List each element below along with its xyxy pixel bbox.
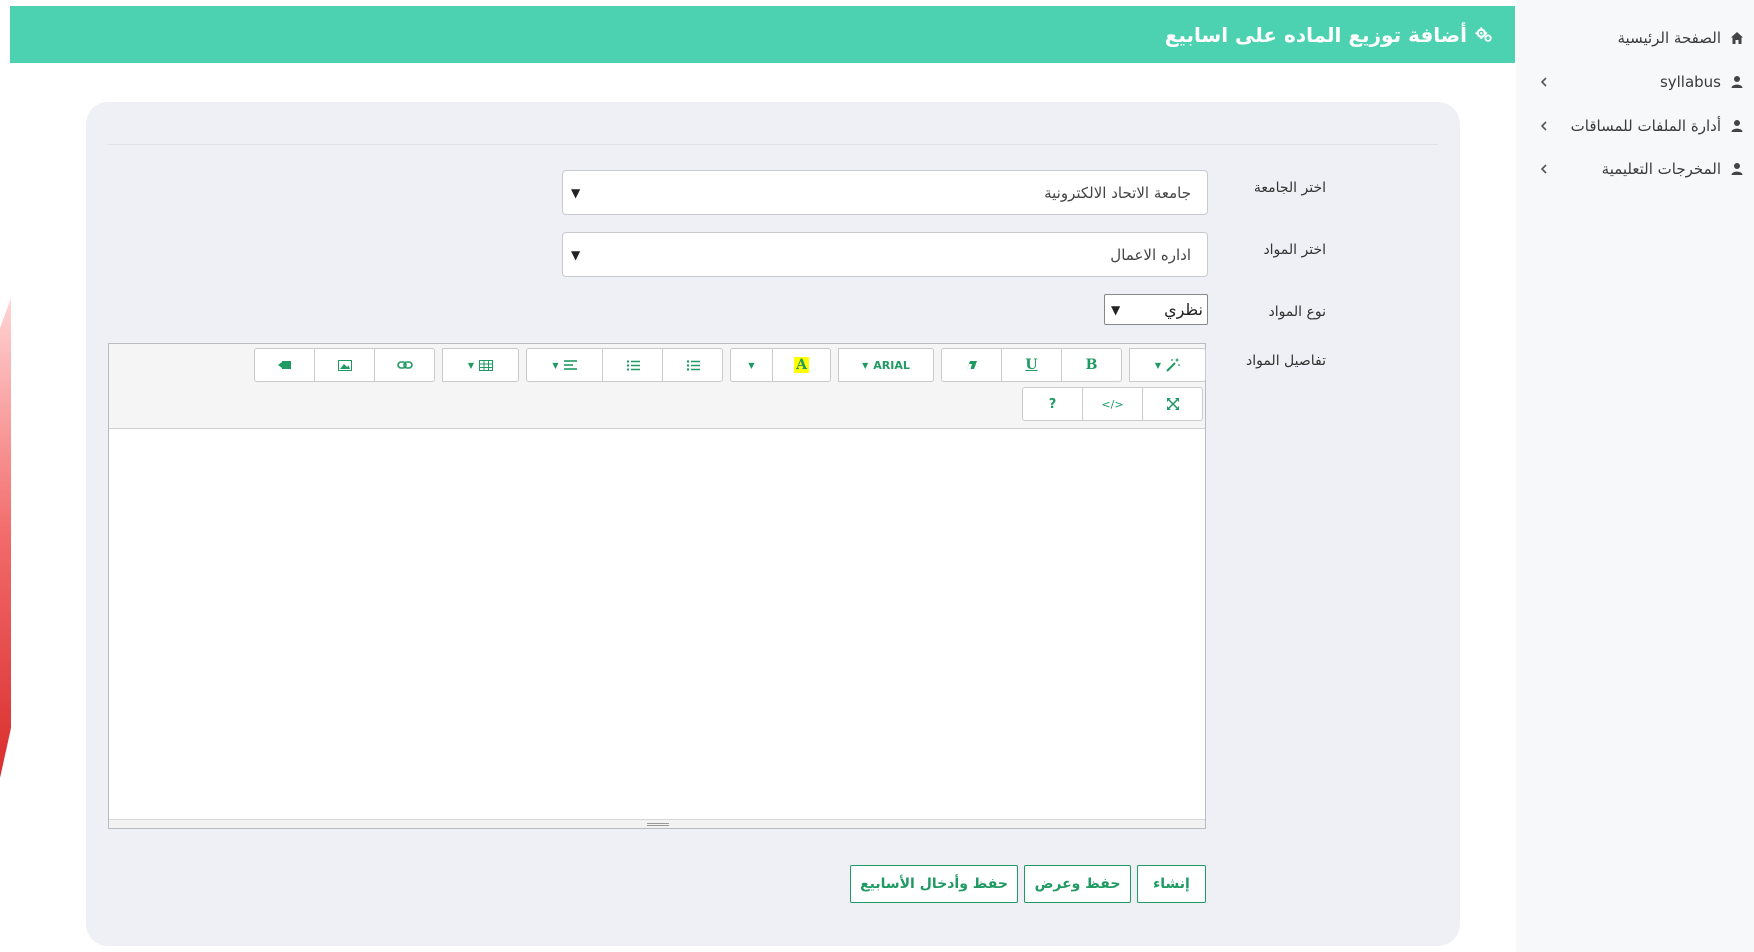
- caret-down-icon: ▼: [1111, 302, 1121, 317]
- highlight-color-button[interactable]: A: [772, 348, 831, 382]
- caret-down-icon: ▼: [552, 360, 559, 370]
- unordered-list-icon: [686, 359, 700, 371]
- save-and-view-button[interactable]: حفظ وعرض: [1024, 865, 1131, 903]
- resize-grip-icon: [647, 823, 669, 826]
- picture-button[interactable]: [314, 348, 375, 382]
- sidebar: الصفحة الرئيسية syllabus أدارة الملفات ل…: [1516, 0, 1754, 952]
- sidebar-item-course-files[interactable]: أدارة الملفات للمساقات: [1536, 111, 1744, 141]
- align-left-icon: [563, 360, 577, 370]
- bold-icon: B: [1085, 357, 1098, 373]
- subject-type-label: نوع المواد: [1268, 304, 1326, 320]
- eraser-icon: [966, 361, 977, 369]
- sidebar-item-label: الصفحة الرئيسية: [1617, 29, 1722, 47]
- editor-toolbar: ▼ ▼ ▼ A ▼ ARIAL U B ▼ ? </>: [109, 344, 1206, 429]
- subject-label: اختر المواد: [1263, 242, 1326, 258]
- image-icon: [337, 359, 352, 371]
- sidebar-item-home[interactable]: الصفحة الرئيسية: [1536, 23, 1744, 53]
- user-icon: [1731, 76, 1743, 88]
- page-title: أضافة توزيع الماده على اسابيع: [1164, 22, 1467, 47]
- subject-value: اداره الاعمال: [1110, 245, 1191, 264]
- subject-select[interactable]: ▼ اداره الاعمال: [562, 232, 1208, 277]
- color-dropdown-button[interactable]: ▼: [730, 348, 773, 382]
- underline-button[interactable]: U: [1001, 348, 1062, 382]
- university-select[interactable]: ▼ جامعة الاتحاد الالكترونية: [562, 170, 1208, 215]
- paragraph-align-button[interactable]: ▼: [526, 348, 603, 382]
- chevron-left-icon: [1540, 77, 1547, 87]
- form-card: اختر الجامعة ▼ جامعة الاتحاد الالكترونية…: [86, 102, 1460, 946]
- caret-down-icon: ▼: [571, 185, 581, 200]
- subject-type-select[interactable]: ▼ نظري: [1104, 294, 1208, 325]
- style-button[interactable]: ▼: [1129, 348, 1206, 382]
- user-icon: [1731, 120, 1743, 132]
- expand-icon: [1166, 398, 1179, 410]
- bold-button[interactable]: B: [1061, 348, 1122, 382]
- sidebar-item-syllabus[interactable]: syllabus: [1536, 67, 1744, 97]
- decorative-red-shape: [0, 298, 11, 778]
- help-icon: ?: [1048, 396, 1057, 412]
- ordered-list-icon: [626, 360, 640, 370]
- font-family-button[interactable]: ▼ ARIAL: [838, 348, 934, 382]
- caret-down-icon: ▼: [1154, 360, 1162, 370]
- help-button[interactable]: ?: [1022, 387, 1083, 421]
- video-icon: [277, 361, 291, 369]
- page: أضافة توزيع الماده على اسابيع الصفحة الر…: [0, 0, 1754, 952]
- rich-text-editor: ▼ ▼ ▼ A ▼ ARIAL U B ▼ ? </>: [108, 343, 1206, 829]
- link-icon: [396, 361, 413, 369]
- table-button[interactable]: ▼: [442, 348, 519, 382]
- code-view-button[interactable]: </>: [1082, 387, 1143, 421]
- chevron-left-icon: [1540, 121, 1547, 131]
- code-icon: </>: [1101, 397, 1124, 411]
- editor-content-area[interactable]: [109, 429, 1205, 820]
- divider: [108, 144, 1438, 145]
- sidebar-item-label: syllabus: [1659, 73, 1721, 91]
- caret-down-icon: ▼: [862, 360, 869, 370]
- fullscreen-button[interactable]: [1142, 387, 1203, 421]
- caret-down-icon: ▼: [467, 360, 475, 370]
- sidebar-item-label: المخرجات التعليمية: [1601, 160, 1721, 178]
- details-label: تفاصيل المواد: [1245, 353, 1326, 369]
- page-header: أضافة توزيع الماده على اسابيع: [10, 6, 1515, 63]
- create-button[interactable]: إنشاء: [1137, 865, 1206, 903]
- user-icon: [1731, 163, 1743, 175]
- university-label: اختر الجامعة: [1253, 180, 1326, 196]
- editor-resize-handle[interactable]: [109, 819, 1205, 828]
- sidebar-item-learning-outcomes[interactable]: المخرجات التعليمية: [1536, 154, 1744, 184]
- font-family-value: ARIAL: [873, 358, 910, 372]
- save-and-add-weeks-button[interactable]: حفظ وأدخال الأسابيع: [850, 865, 1018, 903]
- video-button[interactable]: [254, 348, 315, 382]
- magic-wand-icon: [1166, 358, 1180, 372]
- ordered-list-button[interactable]: [602, 348, 663, 382]
- highlight-icon: A: [794, 357, 809, 373]
- home-icon: [1731, 32, 1743, 44]
- table-icon: [479, 359, 494, 371]
- underline-icon: U: [1025, 357, 1038, 373]
- cogs-icon: [1475, 26, 1492, 42]
- clear-format-button[interactable]: [941, 348, 1002, 382]
- sidebar-item-label: أدارة الملفات للمساقات: [1570, 117, 1721, 135]
- chevron-left-icon: [1540, 164, 1547, 174]
- subject-type-value: نظري: [1164, 300, 1203, 319]
- university-value: جامعة الاتحاد الالكترونية: [1044, 183, 1191, 202]
- link-button[interactable]: [374, 348, 435, 382]
- caret-down-icon: ▼: [748, 360, 755, 370]
- unordered-list-button[interactable]: [662, 348, 723, 382]
- caret-down-icon: ▼: [571, 247, 581, 262]
